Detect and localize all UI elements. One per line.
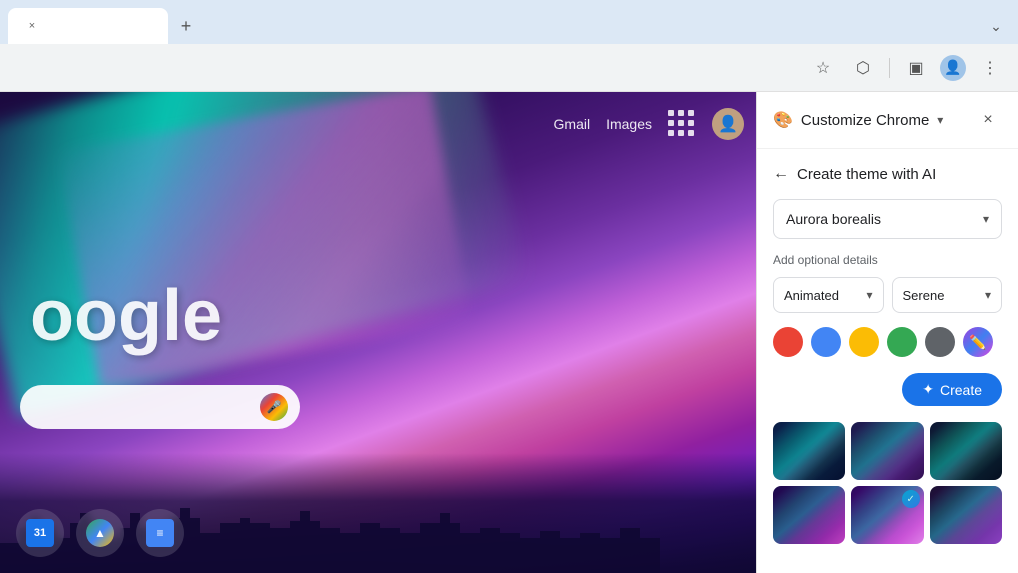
theme-thumbnail-4[interactable] [773, 486, 845, 544]
thumbnail-selected-check: ✓ [902, 490, 920, 508]
three-dot-menu-icon: ⋮ [982, 58, 998, 78]
panel-close-button[interactable]: × [974, 106, 1002, 134]
drive-icon: ▲ [86, 519, 114, 547]
apps-dot [678, 120, 684, 126]
customize-chrome-icon: 🎨 [773, 110, 793, 130]
images-link[interactable]: Images [606, 116, 652, 132]
tab-close-button[interactable]: × [24, 18, 40, 34]
apps-dot [668, 130, 674, 136]
tab-bar: × + ⌄ [0, 0, 1018, 44]
theme-thumbnail-3[interactable] [930, 422, 1002, 480]
mood-dropdown-arrow-icon: ▾ [985, 288, 991, 302]
theme-dropdown-value: Aurora borealis [786, 211, 881, 227]
theme-thumbnail-grid: ✓ [773, 422, 1002, 544]
shortcuts-bar: 31 ▲ ≡ [16, 509, 184, 557]
sidebar-toggle-button[interactable]: ▣ [900, 52, 932, 84]
sidebar-icon: ▣ [908, 58, 923, 78]
gmail-link[interactable]: Gmail [554, 116, 591, 132]
extensions-icon: ⬡ [856, 58, 870, 78]
newtab-profile-avatar[interactable]: 👤 [712, 108, 744, 140]
color-swatch-blue[interactable] [811, 327, 841, 357]
panel-title: Customize Chrome [801, 112, 929, 129]
back-button[interactable]: ← [773, 165, 789, 183]
shortcut-docs[interactable]: ≡ [136, 509, 184, 557]
color-swatch-green[interactable] [887, 327, 917, 357]
mood-dropdown-value: Serene [903, 288, 945, 303]
create-sparkle-icon: ✦ [922, 381, 934, 398]
theme-dropdown[interactable]: Aurora borealis ▾ [773, 199, 1002, 239]
back-header: ← Create theme with AI [773, 165, 1002, 183]
docs-icon: ≡ [146, 519, 174, 547]
style-dropdown-arrow-icon: ▾ [866, 288, 872, 302]
theme-thumbnail-6[interactable] [930, 486, 1002, 544]
color-swatch-red[interactable] [773, 327, 803, 357]
apps-dot [678, 110, 684, 116]
color-swatches: ✏️ [773, 327, 1002, 357]
extensions-button[interactable]: ⬡ [847, 52, 879, 84]
panel-body: ← Create theme with AI Aurora borealis ▾… [757, 149, 1018, 573]
apps-dot [688, 120, 694, 126]
apps-dot [688, 130, 694, 136]
color-swatch-yellow[interactable] [849, 327, 879, 357]
style-dropdown-value: Animated [784, 288, 839, 303]
panel-dropdown-arrow-icon[interactable]: ▾ [937, 113, 943, 127]
chevron-down-icon: ⌄ [990, 18, 1002, 35]
google-logo: oogle [30, 275, 222, 357]
theme-thumbnail-1[interactable] [773, 422, 845, 480]
shortcut-calendar[interactable]: 31 [16, 509, 64, 557]
active-tab[interactable]: × [8, 8, 168, 44]
avatar-icon: 👤 [944, 59, 961, 76]
theme-thumbnail-5[interactable]: ✓ [851, 486, 923, 544]
apps-dot [668, 120, 674, 126]
menu-button[interactable]: ⋮ [974, 52, 1006, 84]
newtab-page: Gmail Images 👤 oogle � [0, 92, 756, 573]
apps-dot [678, 130, 684, 136]
mood-dropdown[interactable]: Serene ▾ [892, 277, 1003, 313]
style-dropdown[interactable]: Animated ▾ [773, 277, 884, 313]
voice-search-icon[interactable]: 🎤 [260, 393, 288, 421]
bookmark-star-button[interactable]: ☆ [807, 52, 839, 84]
section-title: Create theme with AI [797, 166, 936, 183]
theme-dropdown-arrow-icon: ▾ [983, 212, 989, 226]
shortcut-drive[interactable]: ▲ [76, 509, 124, 557]
panel-header-left: 🎨 Customize Chrome ▾ [773, 110, 943, 130]
create-button-label: Create [940, 382, 982, 398]
theme-thumbnail-2[interactable] [851, 422, 923, 480]
style-mood-dropdowns-row: Animated ▾ Serene ▾ [773, 277, 1002, 313]
panel-header: 🎨 Customize Chrome ▾ × [757, 92, 1018, 149]
color-swatch-dark[interactable] [925, 327, 955, 357]
star-icon: ☆ [816, 58, 830, 78]
calendar-icon: 31 [26, 519, 54, 547]
newtab-topnav: Gmail Images 👤 [554, 108, 744, 140]
browser-toolbar: ☆ ⬡ ▣ 👤 ⋮ [0, 44, 1018, 92]
browser-frame: × + ⌄ ☆ ⬡ ▣ 👤 ⋮ [0, 0, 1018, 573]
optional-details-label: Add optional details [773, 253, 1002, 267]
tab-strip-right: ⌄ [982, 12, 1010, 40]
create-button[interactable]: ✦ Create [902, 373, 1002, 406]
google-apps-button[interactable] [668, 110, 696, 138]
main-area: Gmail Images 👤 oogle � [0, 92, 1018, 573]
apps-dot [668, 110, 674, 116]
new-tab-button[interactable]: + [172, 12, 200, 40]
color-swatch-custom[interactable]: ✏️ [963, 327, 993, 357]
customize-chrome-panel: 🎨 Customize Chrome ▾ × ← Create theme wi… [756, 92, 1018, 573]
apps-dot [688, 110, 694, 116]
search-bar[interactable]: 🎤 [20, 385, 300, 429]
profile-avatar[interactable]: 👤 [940, 55, 966, 81]
toolbar-separator [889, 58, 890, 78]
